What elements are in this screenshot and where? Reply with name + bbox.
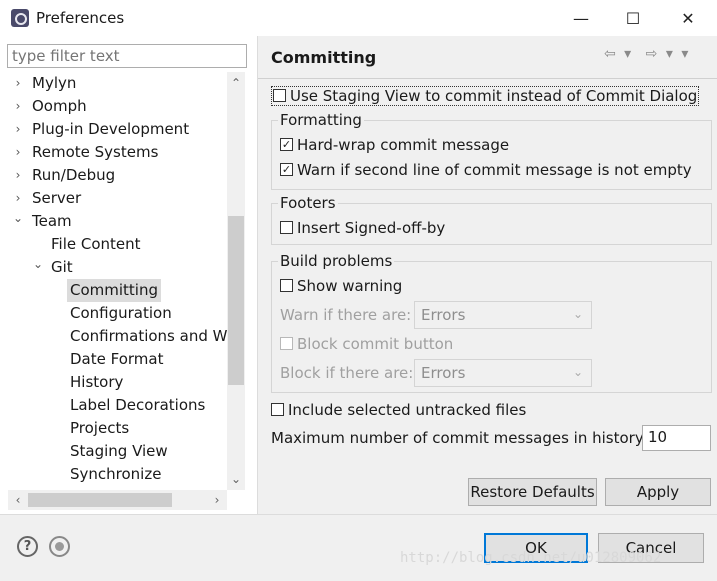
tree-item-label: Configuration <box>70 304 172 322</box>
header-separator <box>258 78 717 79</box>
title-bar: Preferences — ☐ ✕ <box>0 0 717 36</box>
scroll-up-icon[interactable]: ⌃ <box>227 74 245 92</box>
warn-second-line-label: Warn if second line of commit message is… <box>297 161 692 179</box>
chevron-right-icon[interactable]: › <box>12 118 24 141</box>
chevron-down-icon: ⌄ <box>572 365 583 379</box>
tree-item-label: Remote Systems <box>32 143 159 161</box>
tree-item-label: Projects <box>70 419 130 437</box>
include-untracked-label: Include selected untracked files <box>288 401 527 419</box>
tree-item-label: Mylyn <box>32 74 77 92</box>
record-icon[interactable] <box>49 536 70 557</box>
scroll-down-icon[interactable]: ⌄ <box>227 470 245 488</box>
block-commit-option[interactable]: Block commit button <box>280 335 453 353</box>
block-if-label: Block if there are: <box>280 364 414 382</box>
max-history-label: Maximum number of commit messages in his… <box>271 429 648 447</box>
window-title: Preferences <box>36 9 125 27</box>
block-if-select[interactable]: Errors ⌄ <box>414 359 592 387</box>
warn-if-value: Errors <box>421 306 466 324</box>
tree-horizontal-scrollbar[interactable]: ‹ › <box>8 490 227 510</box>
page-title: Committing <box>271 48 377 67</box>
tree-item-label: Confirmations and Wa <box>70 327 230 345</box>
minimize-button[interactable]: — <box>555 0 607 36</box>
show-warning-checkbox[interactable] <box>280 279 293 292</box>
include-untracked-checkbox[interactable] <box>271 403 284 416</box>
block-commit-checkbox[interactable] <box>280 337 293 350</box>
tree-item-label: Committing <box>67 279 162 302</box>
signed-off-option[interactable]: Insert Signed-off-by <box>280 219 445 237</box>
eclipse-app-icon <box>11 9 29 27</box>
chevron-right-icon[interactable]: › <box>12 141 24 164</box>
scroll-right-icon[interactable]: › <box>208 491 226 509</box>
tree-item-label: File Content <box>51 235 141 253</box>
tree-item-label: Date Format <box>70 350 164 368</box>
maximize-button[interactable]: ☐ <box>607 0 659 36</box>
tree-item-label: Team <box>32 212 72 230</box>
tree-item-label: Run/Debug <box>32 166 116 184</box>
use-staging-view-option[interactable]: Use Staging View to commit instead of Co… <box>271 86 700 106</box>
chevron-down-icon: ⌄ <box>572 307 583 321</box>
chevron-down-icon[interactable]: ⌄ <box>32 253 44 276</box>
hard-wrap-checkbox[interactable] <box>280 138 293 151</box>
hard-wrap-label: Hard-wrap commit message <box>297 136 510 154</box>
page-navigation: ⇦ ▾ ⇨ ▾ ▾ <box>604 46 690 62</box>
filter-input[interactable] <box>7 44 247 68</box>
hard-wrap-option[interactable]: Hard-wrap commit message <box>280 136 509 154</box>
close-button[interactable]: ✕ <box>662 0 714 36</box>
tree-item-label: Staging View <box>70 442 168 460</box>
formatting-group-label: Formatting <box>278 111 364 129</box>
chevron-right-icon[interactable]: › <box>12 95 24 118</box>
restore-defaults-button[interactable]: Restore Defaults <box>468 478 597 506</box>
chevron-down-icon[interactable]: ⌄ <box>12 207 24 230</box>
forward-arrow-icon[interactable]: ⇨ ▾ ▾ <box>646 46 691 62</box>
use-staging-view-label: Use Staging View to commit instead of Co… <box>290 87 698 105</box>
apply-button[interactable]: Apply <box>605 478 711 506</box>
help-icon[interactable]: ? <box>17 536 38 557</box>
footers-group-label: Footers <box>278 194 338 212</box>
block-if-value: Errors <box>421 364 466 382</box>
chevron-right-icon[interactable]: › <box>12 72 24 95</box>
chevron-right-icon[interactable]: › <box>12 164 24 187</box>
formatting-group <box>271 120 712 190</box>
tree-item-label: Label Decorations <box>70 396 206 414</box>
tree-item-label: Plug-in Development <box>32 120 190 138</box>
signed-off-checkbox[interactable] <box>280 221 293 234</box>
warn-if-label: Warn if there are: <box>280 306 412 324</box>
tree-item-label: Git <box>51 258 73 276</box>
signed-off-label: Insert Signed-off-by <box>297 219 446 237</box>
max-history-input[interactable]: 10 <box>642 425 711 451</box>
include-untracked-option[interactable]: Include selected untracked files <box>271 401 526 419</box>
tree-item-label: Synchronize <box>70 465 162 483</box>
warn-if-select[interactable]: Errors ⌄ <box>414 301 592 329</box>
tree-item-label: History <box>70 373 124 391</box>
warn-second-line-option[interactable]: Warn if second line of commit message is… <box>280 161 692 179</box>
watermark: http://blog.csdn.net/u012809062 <box>400 550 662 566</box>
tree-vertical-scrollbar[interactable]: ⌃ ⌄ <box>227 72 245 490</box>
back-arrow-icon[interactable]: ⇦ ▾ <box>604 46 633 62</box>
build-problems-group-label: Build problems <box>278 252 395 270</box>
scroll-thumb[interactable] <box>228 216 244 385</box>
scroll-left-icon[interactable]: ‹ <box>9 491 27 509</box>
block-commit-label: Block commit button <box>297 335 454 353</box>
show-warning-label: Show warning <box>297 277 403 295</box>
preferences-tree: › Mylyn › Oomph › Plug-in Development › … <box>8 72 230 490</box>
tree-item-label: Server <box>32 189 82 207</box>
scroll-thumb[interactable] <box>28 493 172 507</box>
warn-second-line-checkbox[interactable] <box>280 163 293 176</box>
tree-item-label: Oomph <box>32 97 87 115</box>
show-warning-option[interactable]: Show warning <box>280 277 402 295</box>
use-staging-view-checkbox[interactable] <box>273 89 286 102</box>
